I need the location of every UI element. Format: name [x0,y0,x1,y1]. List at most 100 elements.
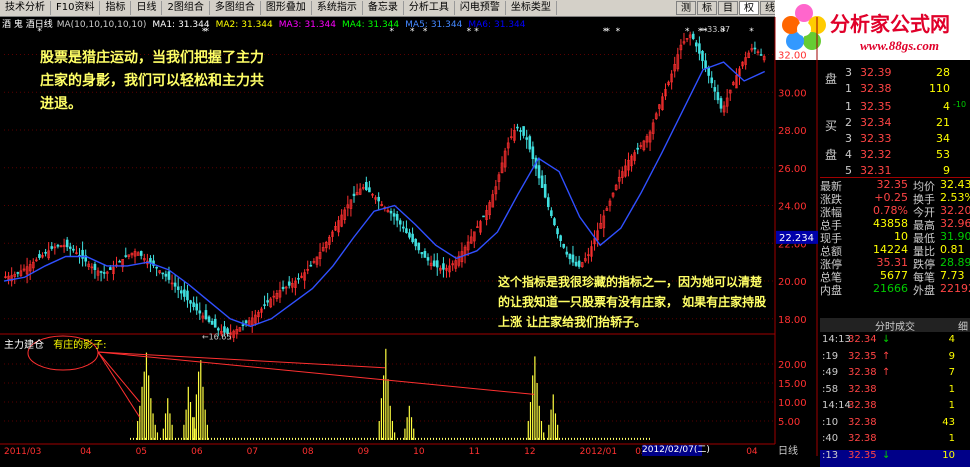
quote-value: 5677 [880,269,908,282]
candle-body [195,303,199,311]
candle-body [186,290,189,301]
candle-body [525,137,528,140]
detail-tab[interactable]: 细 [958,318,968,333]
candle-body [204,310,208,320]
sell-row[interactable]: 1 32.38 110 [820,82,970,98]
trade-volume: 43 [942,416,955,428]
quote-value: +0.25 [874,191,908,204]
candle-body [719,98,723,109]
candle-body [392,213,396,217]
candle-body [192,302,195,308]
buy-row[interactable]: 4 32.32 53 [820,148,970,164]
candle-body [405,228,408,234]
ob-volume: 34 [936,132,950,145]
trade-volume: 7 [948,367,955,378]
trade-volume: 1 [948,433,955,444]
bottom-tab[interactable]: 日线 [778,444,798,456]
candle-body [710,77,714,84]
trade-price: 32.38 [848,433,877,444]
candle-body [698,43,701,54]
ob-volume: 53 [936,148,950,161]
candle-body [691,33,695,39]
candle-body [118,260,121,263]
buy-row[interactable]: 1 32.35 4 -10 [820,100,970,116]
candle-body [408,232,411,238]
candle-body [565,251,569,255]
candle-body [432,260,436,267]
candle-body [707,67,710,76]
date-tag: 2012/02/07(二) [642,445,710,456]
arrow-down-icon: ↓ [882,449,891,461]
candle-body [241,324,245,327]
candle-body [426,257,430,261]
candle-body [716,92,720,101]
trade-volume: 4 [948,334,955,345]
ob-price: 32.31 [860,164,892,177]
candle-body [759,54,763,56]
arrow-up-icon: ↑ [882,350,891,362]
candle-body [244,320,248,324]
ob-price: 32.39 [860,66,892,79]
candle-body [556,228,559,235]
ob-price: 32.35 [860,100,892,113]
candle-body [420,252,424,255]
trade-header[interactable]: 分时成交 细 [820,318,970,333]
signal-star: * [605,27,610,37]
signal-star: * [37,27,42,37]
candle-body [417,242,421,251]
quote-label: 内盘 [820,284,842,297]
signal-star: * [474,27,479,37]
candle-body [50,246,54,249]
x-tick-label: 09 [358,447,370,456]
candle-body [368,187,371,193]
ob-index: 1 [845,100,852,113]
x-tick-label: 05 [136,447,147,456]
ob-price: 32.38 [860,82,892,95]
candle-body [56,244,60,247]
ob-price: 32.34 [860,116,892,129]
indicator-tick: 20.00 [778,360,807,371]
trade-row: :49 32.38 ↑ 7 [820,367,970,384]
x-tick-label: 2011/03 [4,447,41,456]
trade-row: :13 32.35 ↓ 10 [820,449,970,467]
candle-body [68,246,72,249]
quote-value: 35.31 [876,256,909,269]
price-tag: 22.234 [779,233,814,244]
logo-url: www.88gs.com [860,38,939,53]
indicator-subname: 有庄的影子: [53,340,107,351]
signal-star: * [703,27,708,37]
x-tick-label: 06 [191,447,203,456]
quote-panel: 盘 3 32.39 28 1 32.38 110 买盘 1 32.35 4 -10 2 32.34 21 3 3… [820,60,970,467]
candle-body [562,244,566,248]
sell-row[interactable]: 3 32.39 28 [820,66,970,82]
quote-row: 内盘 21666 外盘 22192 [820,282,970,298]
candle-body [263,304,266,306]
trade-row: 14:13 32.34 ↓ 4 [820,334,970,351]
trade-time: :40 [822,433,839,444]
annotation-top-left: 股票是猎庄运动，当我们把握了主力庄家的身影，我们可以轻松和主力共进退。 [40,50,264,112]
candle-body [704,60,707,69]
x-tick-label: 12 [524,447,535,456]
trade-volume: 9 [948,350,955,362]
candle-body [519,130,522,132]
candle-body [297,277,300,280]
y-tick-label: 20.00 [778,277,807,288]
candle-body [65,239,69,248]
trade-price: 32.38 [848,416,877,428]
signal-star: * [685,27,690,37]
trade-header-label: 分时成交 [875,322,915,333]
candle-body [281,286,285,290]
ob-volume: 110 [929,82,950,95]
buy-row[interactable]: 3 32.33 34 [820,132,970,148]
quote-value: 22192 [940,282,970,295]
x-tick-label: 08 [302,447,314,456]
arrow-up-icon: ↑ [882,367,891,378]
ob-change: -10 [953,100,967,109]
ob-price: 32.33 [860,132,892,145]
quote-value: 32.96 [940,217,970,230]
candle-body [124,255,128,257]
signal-star: * [204,27,209,37]
trade-volume: 10 [942,449,955,461]
buy-row[interactable]: 2 32.34 21 [820,116,970,132]
y-tick-label: 26.00 [778,164,807,175]
